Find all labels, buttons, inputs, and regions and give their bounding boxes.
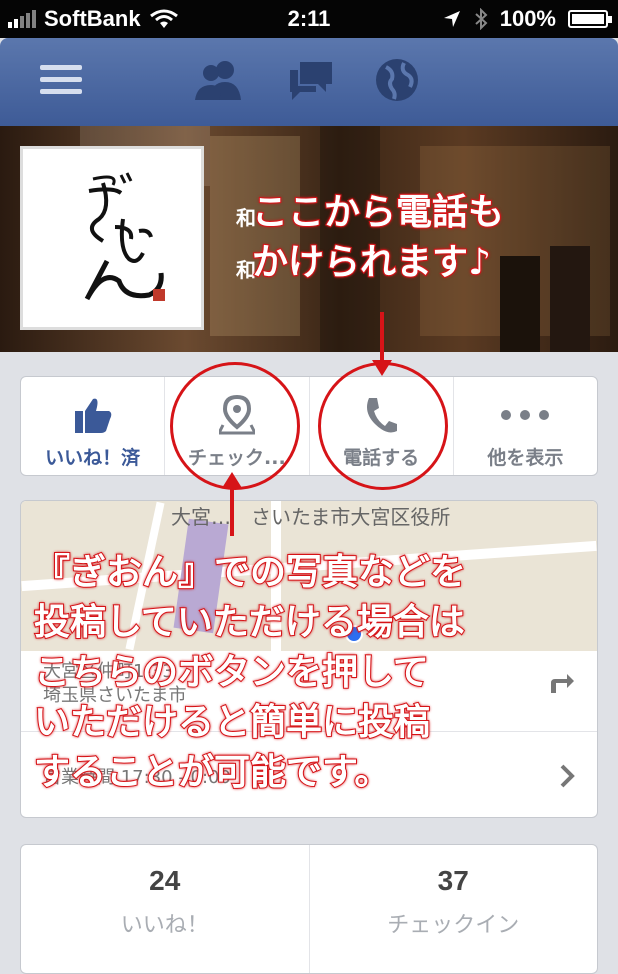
clock: 2:11 [287, 6, 331, 31]
likes-label: いいね！ [120, 913, 209, 938]
check-in-arrow [222, 472, 242, 536]
friend-requests-icon[interactable] [192, 56, 246, 104]
more-button[interactable]: 他を表示 [454, 377, 597, 475]
thumbs-up-icon [21, 393, 164, 437]
more-icon [454, 393, 597, 437]
check-in-highlight-circle [170, 362, 300, 490]
like-button[interactable]: いいね！済 [21, 377, 166, 475]
facebook-nav-bar [0, 38, 618, 126]
more-button-label: 他を表示 [487, 447, 564, 469]
notifications-globe-icon[interactable] [370, 56, 424, 104]
map-label: 大宮… さいたま市大宮区役所 [171, 505, 451, 529]
check-in-annotation: 『ぎおん』での写真などを 投稿していただける場合は こちらのボタンを押して いた… [33, 551, 467, 794]
phone-annotation: ここから電話も かけられます♪ [251, 191, 505, 284]
red-seal-stamp [153, 289, 165, 301]
call-arrow [372, 312, 392, 376]
location-arrow-icon [443, 11, 460, 27]
likes-count: 24 [149, 865, 181, 896]
checkins-count: 37 [437, 865, 469, 896]
battery-icon [568, 10, 612, 28]
checkins-stat[interactable]: 37 チェックイン [310, 845, 598, 973]
call-highlight-circle [318, 362, 448, 490]
gion-calligraphy-logo [84, 172, 164, 301]
page-actions-bar: いいね！済 チェック... 電話する 他を表示 [20, 376, 598, 476]
bluetooth-icon [475, 8, 488, 30]
directions-icon[interactable] [549, 673, 575, 695]
likes-stat[interactable]: 24 いいね！ [21, 845, 310, 973]
messages-icon[interactable] [284, 56, 338, 104]
status-bar: SoftBank 2:11 100% [0, 0, 618, 38]
menu-icon[interactable] [34, 56, 88, 104]
profile-logo[interactable] [20, 146, 204, 330]
battery-percent: 100% [499, 6, 556, 31]
like-button-label: いいね！済 [45, 447, 141, 469]
checkins-label: チェックイン [387, 913, 520, 938]
chevron-right-icon[interactable] [559, 763, 575, 789]
page-stats: 24 いいね！ 37 チェックイン [20, 844, 598, 974]
